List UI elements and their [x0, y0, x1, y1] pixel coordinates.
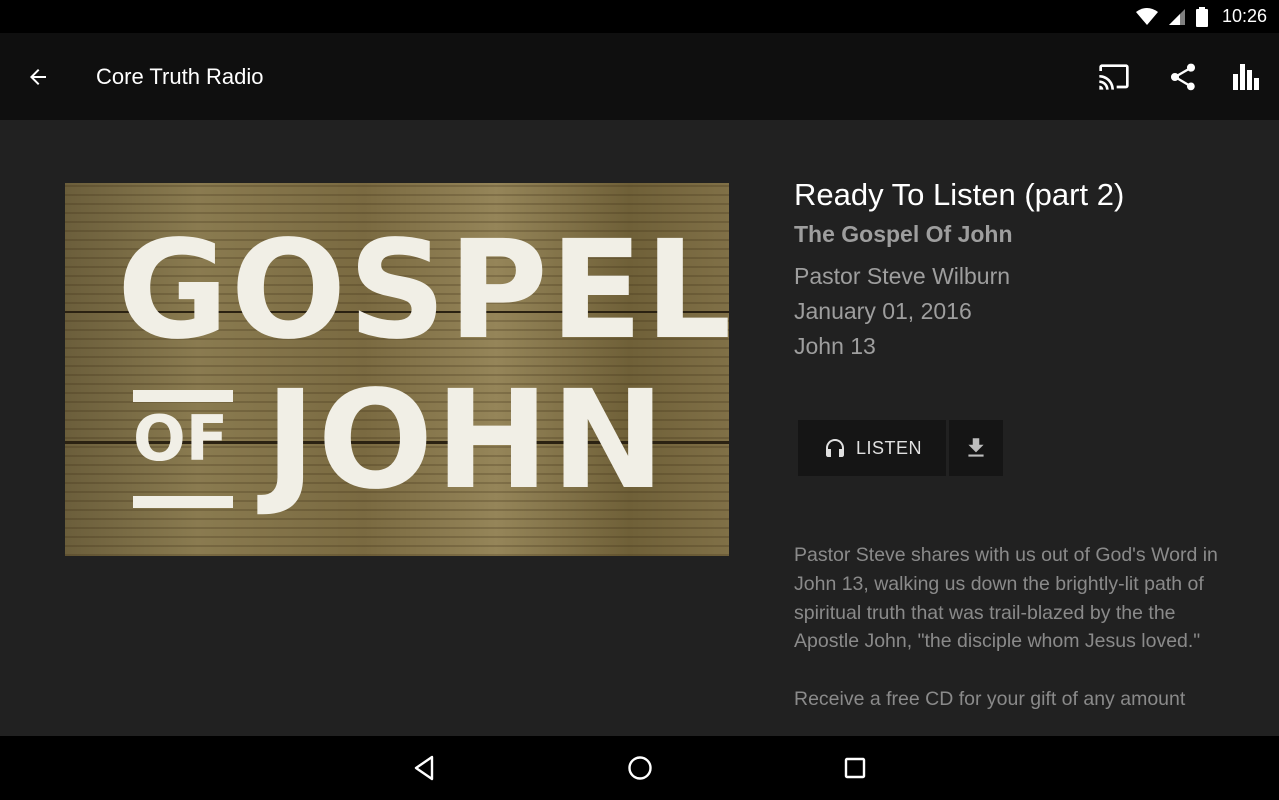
artwork-title-line3: JOHN	[265, 362, 667, 520]
download-icon	[968, 438, 984, 457]
battery-icon	[1195, 6, 1208, 27]
speaker-name: Pastor Steve Wilburn	[794, 263, 1011, 289]
wifi-icon	[1135, 7, 1158, 25]
cast-icon	[1099, 64, 1129, 90]
episode-date: January 01, 2016	[794, 298, 972, 324]
nav-recents-button[interactable]	[839, 752, 871, 784]
listen-button[interactable]: LISTEN	[798, 420, 946, 476]
circle-home-icon	[628, 756, 652, 780]
square-recents-icon	[844, 757, 866, 779]
series-artwork: GOSPEL OF JOHN	[65, 183, 729, 556]
artwork-of-text: OF	[133, 402, 229, 475]
equalizer-button[interactable]	[1227, 57, 1267, 97]
arrow-back-icon	[30, 69, 46, 85]
download-button[interactable]	[949, 420, 1003, 476]
bar-chart-icon	[1233, 64, 1259, 90]
description-paragraph: Receive a free CD for your gift of any a…	[794, 687, 1186, 710]
description-paragraph: Pastor Steve shares with us out of God's…	[794, 544, 1218, 653]
cast-button[interactable]	[1094, 57, 1134, 97]
cell-signal-icon	[1168, 8, 1185, 25]
triangle-back-icon	[414, 755, 434, 781]
system-nav-bar	[0, 736, 1279, 800]
clock: 10:26	[1221, 6, 1267, 26]
headphones-icon	[825, 439, 844, 457]
listen-label: LISTEN	[855, 437, 923, 458]
episode-actions: LISTEN	[798, 420, 1003, 476]
scripture-reference: John 13	[794, 333, 876, 359]
status-bar: 10:26	[0, 0, 1279, 33]
episode-description: Pastor Steve shares with us out of God's…	[794, 541, 1234, 743]
series-title: The Gospel Of John	[794, 221, 1013, 247]
back-button[interactable]	[22, 61, 54, 93]
share-button[interactable]	[1163, 57, 1203, 97]
nav-back-button[interactable]	[408, 752, 440, 784]
nav-home-button[interactable]	[624, 752, 656, 784]
artwork-title-line1: GOSPEL	[117, 212, 729, 370]
app-title: Core Truth Radio	[96, 64, 264, 89]
episode-title: Ready To Listen (part 2)	[794, 177, 1125, 212]
artwork-title-of: OF	[133, 390, 233, 508]
app-bar: Core Truth Radio	[0, 33, 1279, 120]
share-icon	[1171, 63, 1195, 91]
